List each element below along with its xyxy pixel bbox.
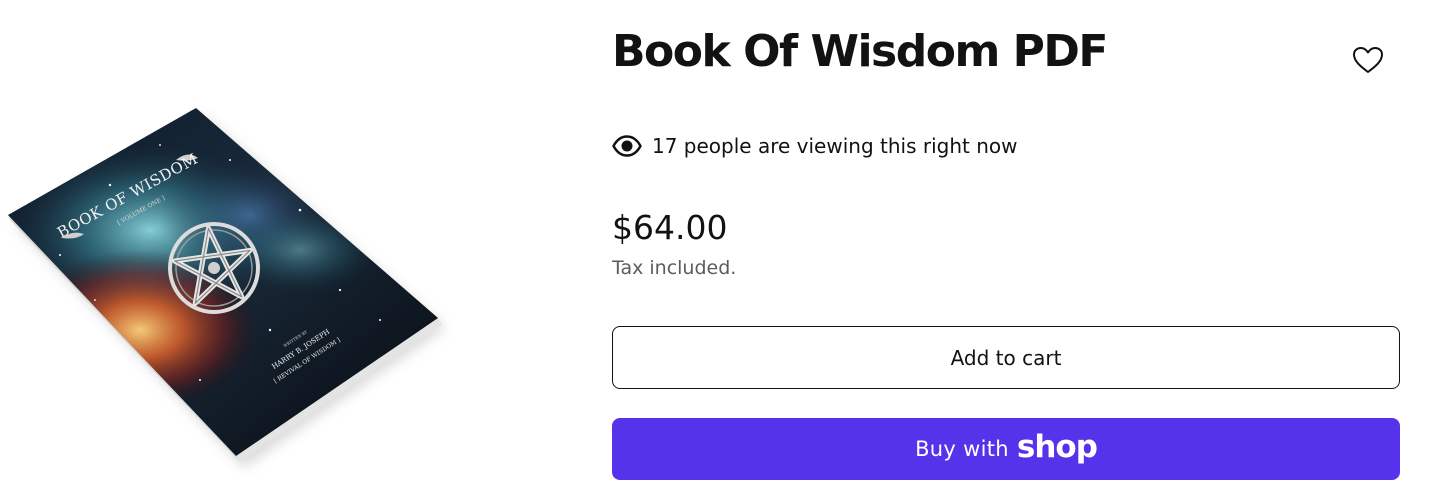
book-mockup: BOOK OF WISDOM [ VOLUME ONE ] WRITTEN BY… <box>8 108 446 468</box>
heart-outline-icon <box>1353 47 1383 73</box>
product-page: BOOK OF WISDOM [ VOLUME ONE ] WRITTEN BY… <box>0 0 1456 496</box>
buy-with-label: Buy with <box>915 437 1009 461</box>
live-viewers-notice: 17 people are viewing this right now <box>612 130 1017 162</box>
wishlist-button[interactable] <box>1350 44 1386 76</box>
add-to-cart-button[interactable]: Add to cart <box>612 326 1400 389</box>
viewers-text: 17 people are viewing this right now <box>652 134 1018 158</box>
product-image[interactable]: BOOK OF WISDOM [ VOLUME ONE ] WRITTEN BY… <box>0 0 545 496</box>
product-price: $64.00 <box>612 208 728 247</box>
eye-icon <box>612 135 642 157</box>
shop-pay-logo: shop <box>1016 428 1098 465</box>
buy-with-shop-button[interactable]: Buy with shop <box>612 418 1400 480</box>
tax-note: Tax included. <box>612 257 737 279</box>
product-title: Book Of Wisdom PDF <box>612 26 1108 77</box>
